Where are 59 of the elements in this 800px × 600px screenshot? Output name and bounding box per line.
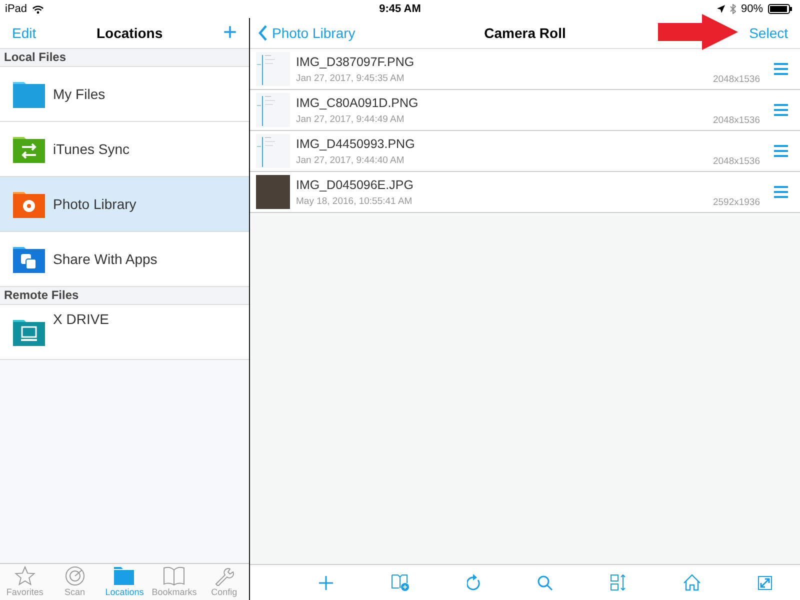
file-name: IMG_D387097F.PNG [296, 54, 416, 68]
section-header: Local Files [0, 49, 249, 67]
section-header: Remote Files [0, 287, 249, 305]
chevron-left-icon [258, 25, 268, 41]
folder-icon [13, 318, 45, 346]
file-dimensions: 2048x1536 [712, 115, 760, 126]
location-label: Share With Apps [53, 251, 158, 267]
battery-icon [768, 4, 792, 14]
file-date: Jan 27, 2017, 9:44:49 AM [296, 114, 406, 124]
home-icon[interactable] [682, 574, 701, 591]
wifi-icon [32, 4, 44, 14]
photo-placeholder [256, 175, 290, 209]
file-row[interactable]: IMG_C80A091D.PNG Jan 27, 2017, 9:44:49 AM 2048x1536 [250, 90, 800, 131]
location-item[interactable]: My Files [0, 67, 249, 122]
location-label: My Files [53, 86, 106, 102]
menu-icon[interactable] [774, 63, 788, 75]
wrench-icon [213, 566, 236, 586]
menu-icon[interactable] [774, 104, 788, 116]
search-icon[interactable] [537, 574, 554, 590]
file-row[interactable]: IMG_D4450993.PNG Jan 27, 2017, 9:44:40 AM 2048x1536 [250, 131, 800, 172]
location-item[interactable]: Photo Library [0, 177, 249, 232]
radar-icon [64, 566, 86, 586]
screenshot-thumbnail [256, 93, 290, 127]
file-row[interactable]: IMG_D387097F.PNG Jan 27, 2017, 9:45:35 AM 2048x1536 [250, 49, 800, 90]
add-icon[interactable] [318, 574, 334, 590]
location-label: iTunes Sync [53, 141, 130, 157]
folder-icon [113, 566, 136, 586]
location-label: X DRIVE [53, 311, 110, 327]
status-time: 9:45 AM [379, 3, 421, 15]
star-icon [14, 566, 36, 586]
bluetooth-icon [730, 4, 736, 14]
nav-title: Camera Roll [484, 25, 566, 41]
book-add-icon[interactable] [391, 574, 410, 591]
device-name: iPad [5, 3, 28, 15]
menu-icon[interactable] [774, 186, 788, 198]
menu-icon[interactable] [774, 145, 788, 157]
folder-icon [13, 190, 45, 218]
book-icon [163, 566, 186, 586]
location-label: Photo Library [53, 196, 136, 212]
folder-icon [13, 135, 45, 163]
folder-icon [13, 80, 45, 108]
nav-title: Locations [96, 25, 163, 41]
file-dimensions: 2592x1936 [712, 197, 760, 208]
file-date: Jan 27, 2017, 9:45:35 AM [296, 72, 406, 84]
screenshot-thumbnail [256, 52, 290, 86]
screenshot-thumbnail [256, 134, 290, 168]
file-dimensions: 2048x1536 [712, 156, 760, 167]
battery-percent: 90% [740, 3, 763, 15]
file-name: IMG_C80A091D.PNG [296, 96, 420, 110]
file-date: May 18, 2016, 10:55:41 AM [296, 196, 414, 206]
sort-icon[interactable] [610, 574, 626, 591]
folder-icon [13, 245, 45, 273]
file-date: Jan 27, 2017, 9:44:40 AM [296, 154, 406, 166]
expand-icon[interactable] [758, 576, 772, 590]
file-dimensions: 2048x1536 [712, 74, 760, 85]
location-arrow-icon [716, 5, 725, 13]
refresh-icon[interactable] [466, 574, 481, 591]
file-name: IMG_D045096E.JPG [296, 178, 414, 192]
file-name: IMG_D4450993.PNG [296, 136, 416, 150]
